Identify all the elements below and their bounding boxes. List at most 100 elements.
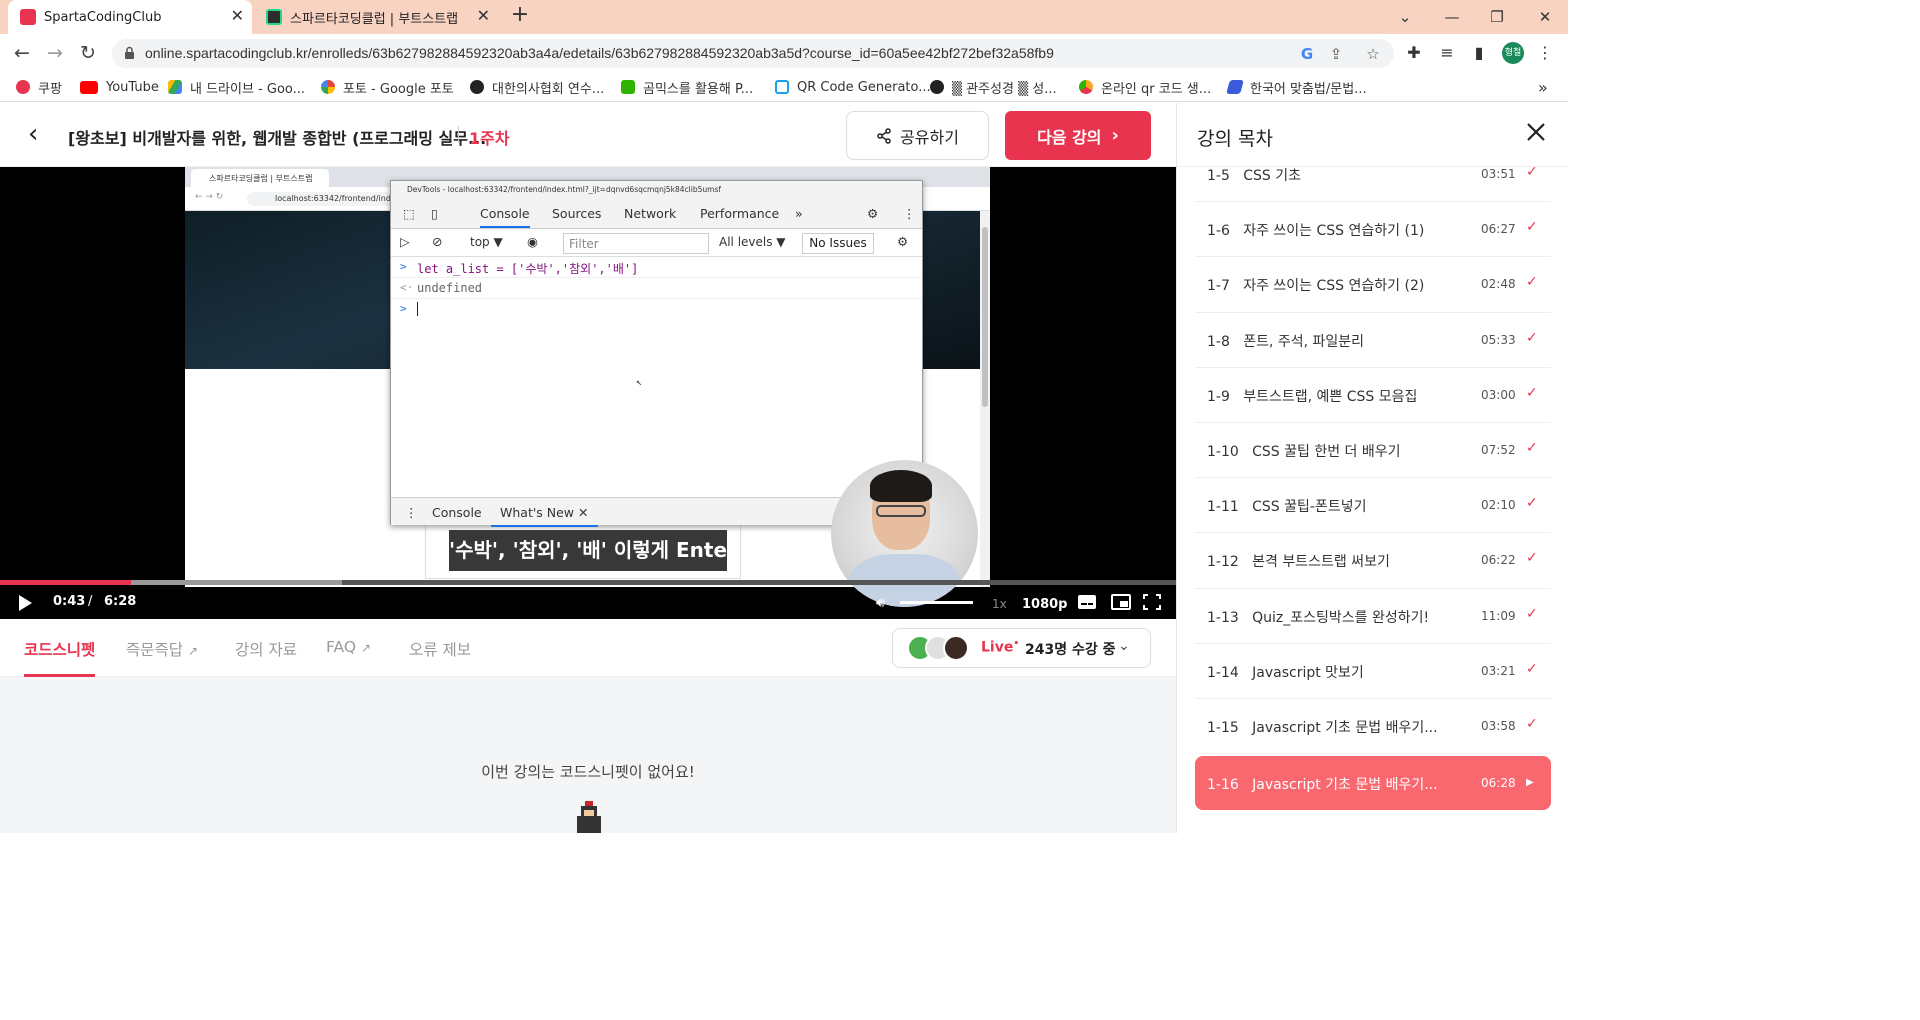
bookmark-item[interactable]: 쿠팡 xyxy=(16,78,62,97)
checkmark-icon: ✓ xyxy=(1526,219,1538,236)
more-tabs-icon: » xyxy=(795,206,803,221)
bookmark-item[interactable]: 대한의사협회 연수... xyxy=(470,78,604,97)
video-player[interactable]: 스파르타코딩클럽 | 부트스트랩 ← → ↻ localhost:63342/f… xyxy=(0,167,1176,619)
google-photos-icon xyxy=(321,80,335,94)
bookmark-item[interactable]: 내 드라이브 - Goo... xyxy=(168,78,306,97)
devtools-tab-sources: Sources xyxy=(552,206,602,221)
fullscreen-icon[interactable] xyxy=(1142,593,1162,611)
kebab-menu-icon[interactable]: ⋮ xyxy=(1534,42,1556,64)
lecture-item[interactable]: 1-12 본격 부트스트랩 써보기 06:22 ✓ xyxy=(1195,533,1551,589)
devtools-window: DevTools - localhost:63342/frontend/inde… xyxy=(390,180,923,527)
clear-console-icon: ⊘ xyxy=(432,234,443,249)
playback-speed[interactable]: 1x xyxy=(992,597,1007,611)
side-panel-icon[interactable]: ▮ xyxy=(1468,42,1490,64)
browser-tab-spartacodingclub[interactable]: SpartaCodingClub ✕ xyxy=(8,0,252,34)
tab-materials[interactable]: 강의 자료 xyxy=(235,638,297,660)
bookmark-item[interactable]: 곰믹스를 활용해 P... xyxy=(621,78,753,97)
bookmark-star-icon[interactable]: ☆ xyxy=(1363,44,1383,64)
inner-scrollbar-thumb xyxy=(982,227,988,407)
total-time: 6:28 xyxy=(104,594,137,609)
minimize-icon[interactable]: — xyxy=(1437,6,1467,28)
live-viewers-dropdown[interactable]: Live• 243명 수강 중 ⌄ xyxy=(892,628,1151,668)
reload-icon[interactable]: ↻ xyxy=(76,41,100,65)
browser-tab-bootstrap[interactable]: 스파르타코딩클럽 | 부트스트랩 ✕ xyxy=(254,0,498,34)
address-bar[interactable]: online.spartacodingclub.kr/enrolleds/63b… xyxy=(112,39,1394,68)
console-filter-input: Filter xyxy=(563,233,709,254)
drawer-tab-whats-new: What's New ✕ xyxy=(491,505,598,527)
bookmark-item[interactable]: ▒ 관주성경 ▒ 성... xyxy=(930,78,1057,97)
tab-qna[interactable]: 즉문즉답 ↗ xyxy=(126,638,198,660)
lecture-item[interactable]: 1-11 CSS 꿀팁-폰트넣기 02:10 ✓ xyxy=(1195,478,1551,534)
share-button[interactable]: 공유하기 xyxy=(846,111,989,160)
maximize-icon[interactable]: ❐ xyxy=(1482,6,1512,28)
lecture-title: 1-9 부트스트랩, 예쁜 CSS 모음집 xyxy=(1207,388,1418,405)
lecture-item[interactable]: 1-9 부트스트랩, 예쁜 CSS 모음집 03:00 ✓ xyxy=(1195,368,1551,423)
live-avatars xyxy=(907,635,971,663)
live-viewer-count: 243명 수강 중 xyxy=(1025,642,1116,658)
lecture-duration: 03:00 xyxy=(1481,387,1516,402)
new-tab-plus-icon[interactable]: + xyxy=(508,4,532,28)
console-code: let a_list = ['수박','참외','배'] xyxy=(417,262,639,276)
bookmark-item[interactable]: 온라인 qr 코드 생... xyxy=(1079,78,1211,97)
bookmark-item[interactable]: YouTube xyxy=(80,78,159,96)
devtools-title: DevTools - localhost:63342/frontend/inde… xyxy=(391,181,922,199)
snippet-panel: 이번 강의는 코드스니펫이 없어요! xyxy=(0,677,1176,833)
close-tab-icon[interactable]: ✕ xyxy=(231,8,244,24)
close-icon[interactable] xyxy=(1525,121,1547,143)
devtools-tab-network: Network xyxy=(624,206,677,221)
bookmarks-more-icon[interactable]: » xyxy=(1538,78,1548,97)
lecture-item[interactable]: 1-13 Quiz_포스팅박스를 완성하기! 11:09 ✓ xyxy=(1195,589,1551,644)
devtools-settings-gear-icon: ⚙ xyxy=(867,206,879,221)
rtan-character-icon xyxy=(577,801,601,833)
checkmark-icon: ✓ xyxy=(1526,550,1538,567)
forward-arrow-icon[interactable]: → xyxy=(43,41,67,65)
picture-in-picture-icon[interactable] xyxy=(1111,593,1131,611)
bookmark-item[interactable]: 포토 - Google 포토 xyxy=(321,78,454,97)
share-icon[interactable]: ⇪ xyxy=(1326,44,1346,64)
viewer-avatar xyxy=(943,635,969,661)
globe-icon xyxy=(470,80,484,94)
lecture-header: ‹ [왕초보] 비개발자를 위한, 웹개발 종합반 (프로그래밍 실무... 1… xyxy=(0,103,1176,167)
next-label: 다음 강의 xyxy=(1037,127,1102,147)
bookmark-label: ▒ 관주성경 ▒ 성... xyxy=(952,81,1057,97)
live-label: Live• xyxy=(981,639,1020,656)
lecture-duration: 06:22 xyxy=(1481,553,1516,568)
extensions-puzzle-icon[interactable]: ✚ xyxy=(1403,42,1425,64)
lecture-item[interactable]: 1-8 폰트, 주석, 파일분리 05:33 ✓ xyxy=(1195,313,1551,368)
lecture-item[interactable]: 1-6 자주 쓰이는 CSS 연습하기 (1) 06:27 ✓ xyxy=(1195,202,1551,258)
tab-search-chevron-down-icon[interactable]: ⌄ xyxy=(1390,6,1420,28)
tab-report-error[interactable]: 오류 제보 xyxy=(409,638,471,660)
next-lecture-button[interactable]: 다음 강의 › xyxy=(1005,111,1151,160)
profile-avatar[interactable]: 형철 xyxy=(1502,42,1524,64)
tab-code-snippet[interactable]: 코드스니펫 xyxy=(24,638,95,660)
lecture-duration: 06:27 xyxy=(1481,222,1516,237)
volume-slider[interactable] xyxy=(900,601,973,604)
spellcheck-icon xyxy=(1226,80,1244,94)
tab-faq[interactable]: FAQ ↗ xyxy=(326,638,371,656)
close-tab-icon[interactable]: ✕ xyxy=(477,8,490,24)
lecture-item-current[interactable]: 1-16 Javascript 기초 문법 배우기... 06:28 ▶ xyxy=(1195,756,1551,811)
lecture-item[interactable]: 1-14 Javascript 맛보기 03:21 ✓ xyxy=(1195,644,1551,699)
lecture-title: 1-8 폰트, 주석, 파일분리 xyxy=(1207,333,1365,350)
bookmark-item[interactable]: 한국어 맞춤법/문법... xyxy=(1226,78,1367,97)
lecture-duration: 03:21 xyxy=(1481,663,1516,678)
browser-tab-strip: SpartaCodingClub ✕ 스파르타코딩클럽 | 부트스트랩 ✕ + … xyxy=(0,0,1568,34)
play-icon[interactable] xyxy=(17,594,33,612)
video-subtitle: '수박', '참외', '배' 이렇게 Enter xyxy=(449,530,737,571)
google-translate-icon[interactable]: G xyxy=(1297,44,1317,64)
bookmark-label: 내 드라이브 - Goo... xyxy=(190,81,306,97)
prompt-chevron-icon: > xyxy=(400,302,407,315)
quality-selector[interactable]: 1080p xyxy=(1022,597,1068,612)
subtitles-icon[interactable] xyxy=(1077,593,1097,611)
close-window-icon[interactable]: ✕ xyxy=(1530,6,1560,28)
back-chevron-icon[interactable]: ‹ xyxy=(28,121,38,147)
lecture-item[interactable]: 1-15 Javascript 기초 문법 배우기... 03:58 ✓ xyxy=(1195,699,1551,755)
volume-icon[interactable]: 🔊︎ xyxy=(876,595,885,611)
back-arrow-icon[interactable]: ← xyxy=(10,41,34,65)
lecture-list: 1-5 CSS 기초 03:51 ✓ 1-6 자주 쓰이는 CSS 연습하기 (1) 0… xyxy=(1195,147,1551,811)
lecture-item[interactable]: 1-7 자주 쓰이는 CSS 연습하기 (2) 02:48 ✓ xyxy=(1195,257,1551,313)
media-playlist-icon[interactable]: ≡ xyxy=(1436,42,1458,64)
lecture-item[interactable]: 1-10 CSS 꿀팁 한번 더 배우기 07:52 ✓ xyxy=(1195,423,1551,479)
bookmark-item[interactable]: QR Code Generato... xyxy=(775,78,931,96)
lecture-tabs: 코드스니펫 즉문즉답 ↗ 강의 자료 FAQ ↗ 오류 제보 Live• 243… xyxy=(0,619,1176,677)
